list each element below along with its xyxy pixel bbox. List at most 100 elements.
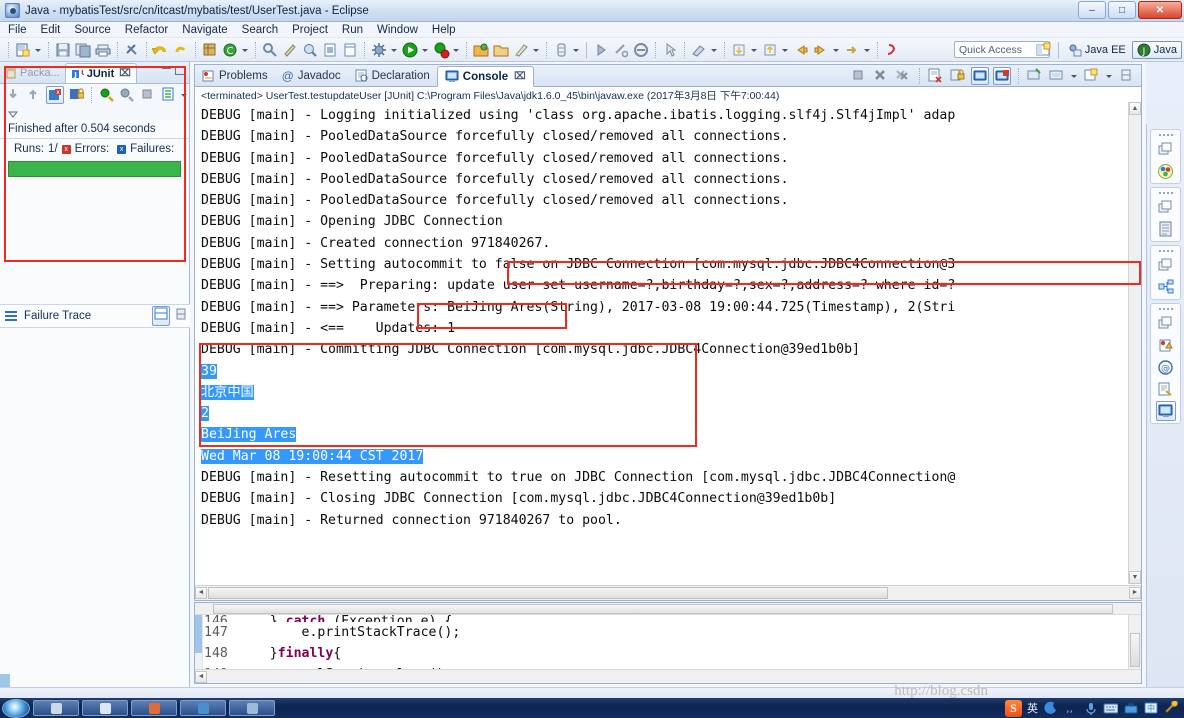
tab-package-explorer[interactable]: Packa... [0, 63, 65, 83]
next-annotation-dropdown-icon[interactable] [749, 41, 758, 59]
console-output[interactable]: DEBUG [main] - Logging initialized using… [195, 102, 1128, 584]
settings-wrench-icon[interactable] [1163, 701, 1178, 716]
taskbar-item-5[interactable] [229, 700, 275, 716]
restore-icon[interactable] [1156, 313, 1176, 333]
close-button[interactable]: ✕ [1138, 1, 1182, 19]
search-icon[interactable] [301, 41, 319, 59]
junit-view-window-buttons[interactable] [162, 66, 186, 75]
editor-scroll-left-icon[interactable]: ◄ [195, 671, 207, 683]
editor-horizontal-scrollbar[interactable]: ◄ [195, 669, 1141, 683]
clear-console-icon[interactable] [927, 67, 945, 85]
scroll-right-icon[interactable]: ► [1129, 587, 1141, 599]
external-tools-dropdown-icon[interactable] [451, 41, 460, 59]
maximize-button[interactable]: □ [1108, 1, 1136, 19]
previous-failure-icon[interactable] [25, 86, 41, 104]
system-tray[interactable]: S 英 ,, 中 [1005, 699, 1184, 717]
rail-handle-icon[interactable] [1158, 248, 1174, 253]
junit-toolbar[interactable]: x [0, 84, 189, 106]
database-icon[interactable] [552, 41, 570, 59]
toolbox-icon[interactable] [1123, 701, 1138, 716]
run-dropdown-icon[interactable] [420, 41, 429, 59]
rail-group-1[interactable] [1150, 129, 1181, 184]
rail-handle-icon[interactable] [1158, 306, 1174, 311]
colorful-perspective-icon[interactable] [1156, 161, 1176, 181]
console-view-icon[interactable] [1155, 401, 1176, 421]
debug-dropdown-icon[interactable] [389, 41, 398, 59]
keyboard-icon[interactable] [1103, 701, 1118, 716]
javadoc-view-icon[interactable]: @ [1156, 357, 1176, 377]
test-run-history-icon[interactable] [160, 86, 176, 104]
new-class-icon[interactable]: C [221, 41, 239, 59]
editor-gutter[interactable] [195, 615, 203, 669]
new-connection-icon[interactable] [690, 41, 708, 59]
microphone-icon[interactable] [1083, 701, 1098, 716]
problems-view-icon[interactable] [1156, 335, 1176, 355]
open-type-icon[interactable] [261, 41, 279, 59]
rail-group-2[interactable] [1150, 187, 1181, 242]
pin-console-view-icon[interactable] [1026, 67, 1044, 85]
pin-console-icon[interactable] [883, 41, 901, 59]
start-button-icon[interactable] [2, 698, 30, 718]
terminate-icon[interactable] [632, 41, 650, 59]
forward-arrow-icon[interactable] [812, 41, 830, 59]
new-wizard-icon[interactable] [14, 41, 32, 59]
tab-javadoc[interactable]: @ Javadoc [275, 65, 348, 86]
new-class-dropdown-icon[interactable] [240, 41, 249, 59]
maximize-view-icon[interactable] [175, 66, 186, 75]
redo-icon[interactable] [172, 41, 190, 59]
tab-problems[interactable]: Problems [195, 65, 275, 86]
open-console-icon[interactable] [1083, 67, 1101, 85]
console-vertical-scrollbar[interactable]: ▲ ▼ [1128, 102, 1141, 584]
forward-dropdown-icon[interactable] [831, 41, 840, 59]
rail-handle-icon[interactable] [1158, 190, 1174, 195]
open-perspective-icon[interactable] [1034, 41, 1052, 59]
taskbar-item-3[interactable] [131, 700, 177, 716]
rerun-failed-icon[interactable] [119, 86, 135, 104]
editor-code-area[interactable]: 146 } catch (Exception e) {147 e.printSt… [204, 611, 1127, 669]
outline-icon[interactable] [341, 41, 359, 59]
display-selected-console-icon[interactable] [1048, 67, 1066, 85]
perspective-java-button[interactable]: J Java [1131, 41, 1182, 59]
compare-failure-icon[interactable] [152, 306, 170, 326]
undo-icon[interactable] [152, 41, 170, 59]
perspective-switcher[interactable]: Java EE J Java [1033, 40, 1182, 60]
ime-language-label[interactable]: 英 [1027, 700, 1038, 716]
view-menu-icon[interactable] [173, 307, 186, 325]
menu-item-refactor[interactable]: Refactor [125, 24, 168, 36]
declaration-view-icon[interactable] [1156, 379, 1176, 399]
remove-all-launches-icon[interactable] [894, 67, 912, 85]
junit-view-menu-icon[interactable] [179, 86, 187, 104]
moon-icon[interactable] [1043, 701, 1058, 716]
resume-icon[interactable] [592, 41, 610, 59]
rail-group-3[interactable] [1150, 245, 1181, 300]
menu-item-navigate[interactable]: Navigate [182, 24, 227, 36]
view-menu-console-icon[interactable] [1118, 67, 1136, 85]
brush-icon[interactable] [512, 41, 530, 59]
junit-view-tabs[interactable]: Packa... JU JUnit ⌧ [0, 62, 189, 84]
perspective-java-ee-button[interactable]: Java EE [1064, 42, 1130, 58]
back-arrow-icon[interactable] [792, 41, 810, 59]
menu-item-source[interactable]: Source [74, 24, 110, 36]
junit-toolbar-overflow[interactable] [0, 106, 189, 120]
next-edit-icon[interactable] [843, 41, 861, 59]
comma-icon[interactable]: ,, [1063, 701, 1078, 716]
new-wizard-dropdown-icon[interactable] [33, 41, 42, 59]
print-icon[interactable] [94, 41, 112, 59]
tab-console[interactable]: Console ⌧ [436, 66, 534, 87]
taskbar-item-2[interactable] [82, 700, 128, 716]
tab-junit[interactable]: JU JUnit ⌧ [64, 63, 137, 83]
taskbar-item-4[interactable] [180, 700, 226, 716]
previous-annotation-icon[interactable] [761, 41, 779, 59]
rail-handle-icon[interactable] [1158, 132, 1174, 137]
external-tools-icon[interactable] [432, 41, 450, 59]
previous-annotation-dropdown-icon[interactable] [780, 41, 789, 59]
console-toolbar[interactable] [849, 67, 1137, 85]
restore-icon[interactable] [1156, 255, 1176, 275]
minimize-view-icon[interactable] [162, 66, 171, 69]
new-connection-dropdown-icon[interactable] [709, 41, 718, 59]
menu-item-search[interactable]: Search [242, 24, 278, 36]
editor-vertical-scrollbar[interactable] [1128, 615, 1141, 669]
restore-icon[interactable] [1156, 139, 1176, 159]
menu-item-edit[interactable]: Edit [41, 24, 61, 36]
console-view-tabs[interactable]: Problems @ Javadoc Declaration Console ⌧ [195, 65, 1141, 87]
